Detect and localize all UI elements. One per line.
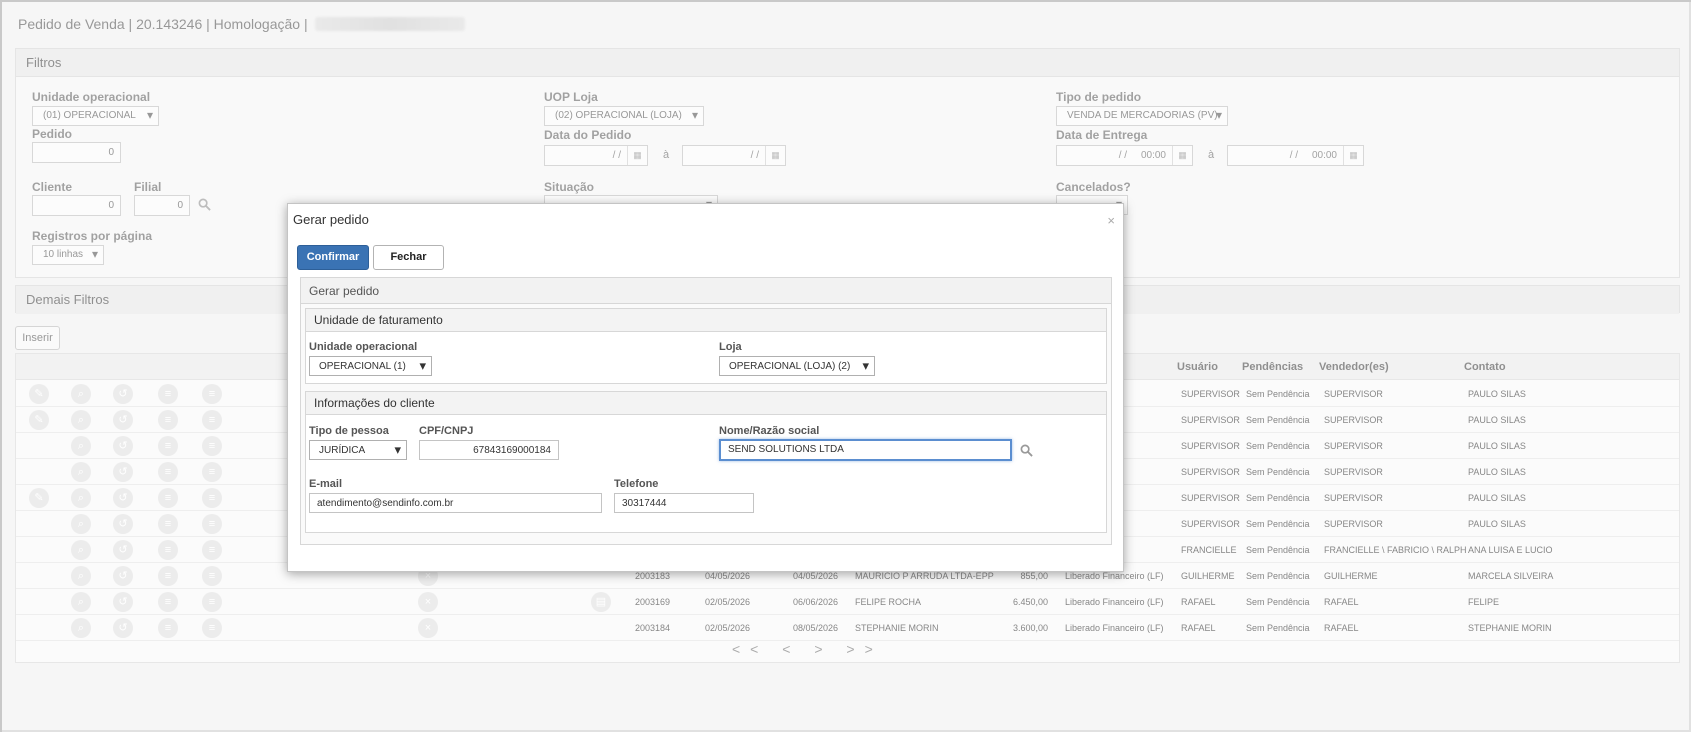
- modal-unidade-select[interactable]: OPERACIONAL (1): [309, 356, 432, 376]
- email-label: E-mail: [309, 478, 343, 490]
- fechar-button[interactable]: Fechar: [373, 245, 444, 270]
- cpf-cnpj-label: CPF/CNPJ: [419, 425, 474, 437]
- tipo-pessoa-label: Tipo de pessoa: [309, 425, 389, 437]
- modal-loja-select[interactable]: OPERACIONAL (LOJA) (2): [719, 356, 875, 376]
- nome-label: Nome/Razão social: [719, 425, 820, 437]
- modal-loja-label: Loja: [719, 341, 742, 353]
- cliente-section: Informações do cliente Tipo de pessoa JU…: [305, 391, 1107, 533]
- telefone-field[interactable]: 30317444: [614, 493, 754, 513]
- nome-input[interactable]: SEND SOLUTIONS LTDA: [719, 439, 1012, 461]
- confirm-button[interactable]: Confirmar: [297, 245, 369, 270]
- telefone-label: Telefone: [614, 478, 659, 490]
- modal-unidade-label: Unidade operacional: [309, 341, 418, 353]
- faturamento-title: Unidade de faturamento: [306, 309, 1106, 332]
- gerar-pedido-section: Gerar pedido Unidade de faturamento Unid…: [300, 277, 1112, 545]
- app-window: Pedido de Venda | 20.143246 | Homologaçã…: [0, 0, 1691, 732]
- close-icon[interactable]: ×: [1107, 213, 1115, 228]
- email-field[interactable]: atendimento@sendinfo.com.br: [309, 493, 602, 513]
- gerar-pedido-modal: Gerar pedido × Confirmar Fechar Gerar pe…: [287, 203, 1124, 572]
- tipo-pessoa-select[interactable]: JURÍDICA: [309, 440, 407, 460]
- modal-title: Gerar pedido: [293, 212, 369, 227]
- search-icon[interactable]: [1020, 444, 1033, 457]
- section-title: Gerar pedido: [301, 278, 1111, 304]
- cliente-title: Informações do cliente: [306, 392, 1106, 415]
- cpf-cnpj-input[interactable]: 67843169000184: [419, 440, 559, 460]
- faturamento-section: Unidade de faturamento Unidade operacion…: [305, 308, 1107, 384]
